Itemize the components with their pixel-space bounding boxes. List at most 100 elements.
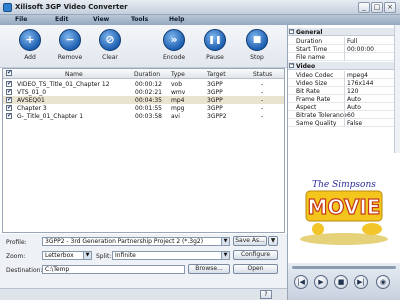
chevron-down-icon: ▼ [221,238,229,245]
zoom-select[interactable]: Letterbox ▼ [42,251,92,260]
table-row[interactable]: ✔ VIDEO_TS_Title_01_Chapter 12 00:00:12 … [3,80,284,88]
row-checkbox[interactable]: ✔ [6,89,12,95]
playback-progress-bar[interactable] [292,266,396,269]
property-key: Start Time [296,46,328,53]
select-all-checkbox[interactable]: ✔ [6,70,12,76]
menu-tools[interactable]: Tools [131,16,148,23]
file-list[interactable]: ✔ Name Duration Type Target Status ✔ VID… [2,68,285,233]
clear-button[interactable]: ⊘ Clear [92,29,128,67]
window-title: Xilisoft 3GP Video Converter [15,3,128,11]
header-type[interactable]: Type [171,71,185,78]
property-value: 00:00:00 [347,46,374,53]
add-label: Add [24,54,36,61]
browse-button[interactable]: Browse... [188,264,230,274]
encode-button[interactable]: » Encode [156,29,192,67]
divider [344,37,345,45]
movie-poster-image: The Simpsons MOVIE [300,180,388,245]
snapshot-icon[interactable]: ◉ [376,275,390,289]
row-duration: 00:00:12 [135,81,162,88]
zoom-label: Zoom: [6,253,26,260]
chevron-down-icon: ▼ [83,252,91,259]
destination-field[interactable]: C:\Temp [42,265,185,274]
property-row[interactable]: Bitrate Tolerance 60 [288,111,400,119]
poster-logo-top: The Simpsons [312,180,376,190]
table-row[interactable]: ✔ G-_Title_01_Chapter 1 00:03:58 avi 3GP… [3,112,284,120]
save-as-button[interactable]: Save As... [233,236,267,246]
header-name[interactable]: Name [65,71,83,78]
save-as-dropdown[interactable]: ▼ [268,236,278,246]
add-icon: + [19,29,41,51]
profile-select[interactable]: 3GPP2 - 3rd Generation Partnership Proje… [42,237,230,246]
property-key: Video Size [296,80,328,87]
row-checkbox[interactable]: ✔ [6,105,12,111]
status-bar: ? [0,288,287,300]
play-icon[interactable]: ▶ [314,275,328,289]
property-value: mpeg4 [347,72,368,79]
stop-icon[interactable]: ■ [334,275,348,289]
menu-view[interactable]: View [93,16,109,23]
row-checkbox[interactable]: ✔ [6,97,12,103]
profile-label: Profile: [6,239,27,246]
table-row-selected[interactable]: ✔ AVSEQ01 00:04:35 mp4 3GPP - [3,96,284,104]
menu-help[interactable]: Help [169,16,184,23]
property-row[interactable]: Duration Full [288,37,400,45]
header-duration[interactable]: Duration [134,71,160,78]
collapse-icon[interactable]: − [289,63,294,68]
divider [344,71,345,79]
add-button[interactable]: + Add [12,29,48,67]
property-row[interactable]: Video Codec mpeg4 [288,71,400,79]
profile-value: 3GPP2 - 3rd Generation Partnership Proje… [45,238,204,245]
property-value: 176x144 [347,80,374,87]
remove-label: Remove [57,54,83,61]
video-section-title: Video [296,63,316,70]
close-button[interactable]: × [384,2,396,13]
header-target[interactable]: Target [207,71,226,78]
menu-file[interactable]: File [15,16,27,23]
collapse-icon[interactable]: − [289,29,294,34]
property-key: Aspect [296,104,317,111]
next-icon[interactable]: ▶| [354,275,368,289]
property-row[interactable]: Frame Rate Auto [288,95,400,103]
menu-edit[interactable]: Edit [55,16,68,23]
property-row[interactable]: Video Size 176x144 [288,79,400,87]
row-checkbox[interactable]: ✔ [6,113,12,119]
row-name: VIDEO_TS_Title_01_Chapter 12 [17,81,110,88]
table-row[interactable]: ✔ VTS_01_0 00:02:21 wmv 3GPP - [3,88,284,96]
property-row[interactable]: Same Quality False [288,119,400,127]
stop-button[interactable]: ■ Stop [239,29,275,67]
property-row[interactable]: File name [288,53,400,61]
row-target: 3GPP [207,81,223,88]
split-label: Split: [96,253,112,260]
row-type: mp4 [171,97,185,104]
properties-scrollbar[interactable] [394,25,400,153]
remove-button[interactable]: − Remove [52,29,88,67]
row-type: wmv [171,89,186,96]
video-section-header[interactable]: − Video [288,62,400,70]
divider [344,87,345,95]
row-checkbox[interactable]: ✔ [6,81,12,87]
previous-icon[interactable]: |◀ [294,275,308,289]
help-button[interactable]: ? [260,290,272,299]
table-row[interactable]: ✔ Chapter 3 00:01:55 mpg 3GPP - [3,104,284,112]
header-status[interactable]: Status [253,71,272,78]
destination-label: Destination: [6,267,43,274]
list-header: ✔ Name Duration Type Target Status [3,69,284,79]
row-target: 3GPP [207,105,223,112]
player-controls: |◀ ▶ ■ ▶| ◉ [287,263,400,300]
row-name: VTS_01_0 [17,89,47,96]
general-section-header[interactable]: − General [288,28,400,36]
row-status: - [261,89,264,96]
property-row[interactable]: Start Time 00:00:00 [288,45,400,53]
app-icon [3,3,12,12]
divider [344,103,345,111]
split-select[interactable]: Infinite ▼ [112,251,230,260]
configure-button[interactable]: Configure [233,250,278,260]
property-key: File name [296,54,325,61]
pause-button[interactable]: ❚❚ Pause [197,29,233,67]
property-value: 120 [347,88,359,95]
open-button[interactable]: Open [233,264,278,274]
minimize-button[interactable]: _ [358,2,370,13]
maximize-button[interactable]: □ [371,2,383,13]
property-row[interactable]: Bit Rate 120 [288,87,400,95]
property-row[interactable]: Aspect Auto [288,103,400,111]
